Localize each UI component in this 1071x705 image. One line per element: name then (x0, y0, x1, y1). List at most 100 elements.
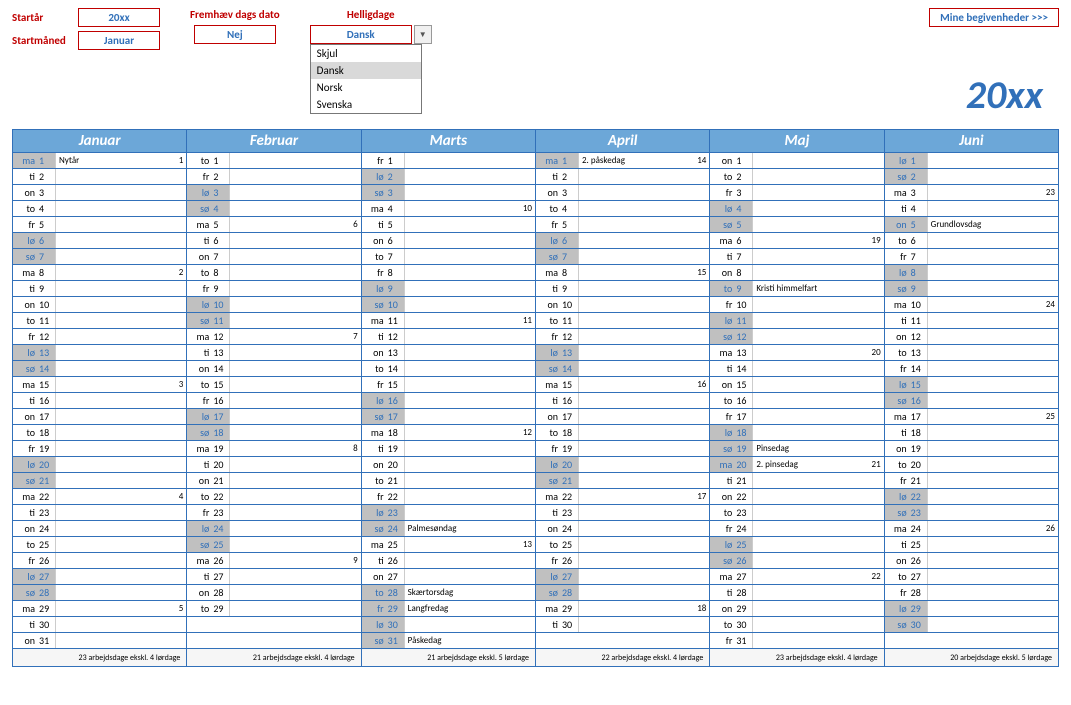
day-cell[interactable]: lø13 (535, 345, 709, 361)
day-cell[interactable]: sø3 (361, 185, 535, 201)
day-cell[interactable]: ti27 (187, 569, 361, 585)
day-cell[interactable]: sø24Palmesøndag (361, 521, 535, 537)
day-cell[interactable]: to16 (710, 393, 884, 409)
day-cell[interactable]: to21 (361, 473, 535, 489)
day-cell[interactable]: ti14 (710, 361, 884, 377)
day-cell[interactable]: lø18 (710, 425, 884, 441)
day-cell[interactable]: ti23 (535, 505, 709, 521)
day-cell[interactable]: on7 (187, 249, 361, 265)
holidays-option[interactable]: Skjul (311, 45, 421, 62)
day-cell[interactable]: ti18 (884, 425, 1058, 441)
day-cell[interactable]: ma269 (187, 553, 361, 569)
day-cell[interactable]: ma1516 (535, 377, 709, 393)
day-cell[interactable]: fr5 (535, 217, 709, 233)
day-cell[interactable]: sø16 (884, 393, 1058, 409)
day-cell[interactable]: sø7 (13, 249, 187, 265)
day-cell[interactable]: ma127 (187, 329, 361, 345)
day-cell[interactable]: ti13 (187, 345, 361, 361)
day-cell[interactable]: fr7 (884, 249, 1058, 265)
day-cell[interactable]: ma1Nytår1 (13, 153, 187, 169)
day-cell[interactable]: on13 (361, 345, 535, 361)
day-cell[interactable]: ti28 (710, 585, 884, 601)
day-cell[interactable]: ti9 (13, 281, 187, 297)
day-cell[interactable]: ma2918 (535, 601, 709, 617)
day-cell[interactable]: to11 (13, 313, 187, 329)
start-month-input[interactable]: Januar (78, 31, 160, 50)
day-cell[interactable]: fr19 (13, 441, 187, 457)
holidays-option[interactable]: Norsk (311, 79, 421, 96)
day-cell[interactable]: lø1 (884, 153, 1058, 169)
day-cell[interactable]: sø9 (884, 281, 1058, 297)
day-cell[interactable]: lø16 (361, 393, 535, 409)
day-cell[interactable]: fr8 (361, 265, 535, 281)
day-cell[interactable]: ma82 (13, 265, 187, 281)
day-cell[interactable]: on26 (884, 553, 1058, 569)
day-cell[interactable]: on24 (13, 521, 187, 537)
day-cell[interactable]: ti21 (710, 473, 884, 489)
day-cell[interactable]: lø22 (884, 489, 1058, 505)
day-cell[interactable]: ma815 (535, 265, 709, 281)
day-cell[interactable]: ti12 (361, 329, 535, 345)
day-cell[interactable]: lø24 (187, 521, 361, 537)
day-cell[interactable] (535, 633, 709, 649)
day-cell[interactable]: ti16 (535, 393, 709, 409)
day-cell[interactable]: on8 (710, 265, 884, 281)
day-cell[interactable]: to25 (13, 537, 187, 553)
day-cell[interactable]: ti6 (187, 233, 361, 249)
day-cell[interactable]: sø23 (884, 505, 1058, 521)
day-cell[interactable]: ti2 (535, 169, 709, 185)
day-cell[interactable]: to22 (187, 489, 361, 505)
day-cell[interactable]: on21 (187, 473, 361, 489)
day-cell[interactable]: to29 (187, 601, 361, 617)
day-cell[interactable]: to13 (884, 345, 1058, 361)
day-cell[interactable]: ma202. pinsedag21 (710, 457, 884, 473)
day-cell[interactable]: ma1812 (361, 425, 535, 441)
day-cell[interactable]: sø28 (13, 585, 187, 601)
day-cell[interactable]: ti2 (13, 169, 187, 185)
day-cell[interactable]: fr5 (13, 217, 187, 233)
day-cell[interactable]: sø19Pinsedag (710, 441, 884, 457)
day-cell[interactable]: ti30 (13, 617, 187, 633)
day-cell[interactable]: lø4 (710, 201, 884, 217)
day-cell[interactable]: fr10 (710, 297, 884, 313)
day-cell[interactable]: on3 (535, 185, 709, 201)
day-cell[interactable]: on22 (710, 489, 884, 505)
day-cell[interactable]: ti19 (361, 441, 535, 457)
day-cell[interactable]: lø20 (535, 457, 709, 473)
day-cell[interactable]: sø28 (535, 585, 709, 601)
highlight-today-input[interactable]: Nej (194, 25, 276, 44)
day-cell[interactable]: to11 (535, 313, 709, 329)
day-cell[interactable]: to30 (710, 617, 884, 633)
day-cell[interactable]: ma224 (13, 489, 187, 505)
day-cell[interactable]: fr28 (884, 585, 1058, 601)
day-cell[interactable]: on17 (535, 409, 709, 425)
day-cell[interactable]: ti23 (13, 505, 187, 521)
day-cell[interactable]: sø5 (710, 217, 884, 233)
day-cell[interactable] (187, 633, 361, 649)
day-cell[interactable]: sø25 (187, 537, 361, 553)
day-cell[interactable]: ma410 (361, 201, 535, 217)
day-cell[interactable]: on6 (361, 233, 535, 249)
day-cell[interactable]: to4 (13, 201, 187, 217)
day-cell[interactable]: sø21 (13, 473, 187, 489)
day-cell[interactable]: sø17 (361, 409, 535, 425)
day-cell[interactable]: lø30 (361, 617, 535, 633)
day-cell[interactable]: lø29 (884, 601, 1058, 617)
day-cell[interactable]: fr26 (535, 553, 709, 569)
day-cell[interactable]: lø8 (884, 265, 1058, 281)
day-cell[interactable]: on27 (361, 569, 535, 585)
chevron-down-icon[interactable]: ▼ (414, 25, 432, 44)
day-cell[interactable]: lø6 (13, 233, 187, 249)
day-cell[interactable]: ma1111 (361, 313, 535, 329)
day-cell[interactable]: sø4 (187, 201, 361, 217)
day-cell[interactable]: fr29Langfredag (361, 601, 535, 617)
day-cell[interactable]: to18 (13, 425, 187, 441)
day-cell[interactable]: fr14 (884, 361, 1058, 377)
day-cell[interactable]: to14 (361, 361, 535, 377)
day-cell[interactable]: ti30 (535, 617, 709, 633)
day-cell[interactable]: sø31Påskedag (361, 633, 535, 649)
day-cell[interactable]: sø26 (710, 553, 884, 569)
day-cell[interactable]: ma2722 (710, 569, 884, 585)
day-cell[interactable]: ma295 (13, 601, 187, 617)
day-cell[interactable]: fr1 (361, 153, 535, 169)
